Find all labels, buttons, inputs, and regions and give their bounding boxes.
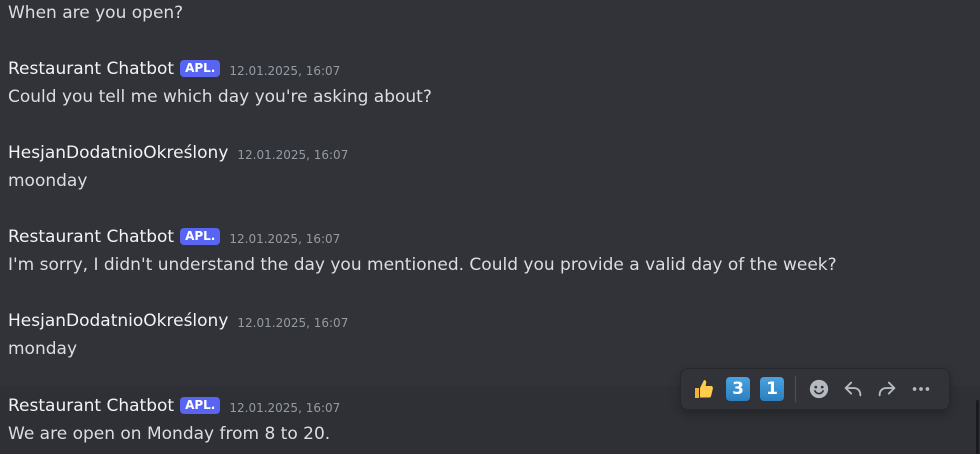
app-badge: APL.	[180, 396, 221, 414]
keycap-3-glyph: 3	[726, 377, 750, 401]
scrollbar[interactable]	[976, 400, 979, 454]
message-timestamp[interactable]: 12.01.2025, 16:07	[229, 232, 340, 246]
message-header: HesjanDodatnioOkreślony 12.01.2025, 16:0…	[8, 141, 348, 165]
message-header: Restaurant Chatbot APL. 12.01.2025, 16:0…	[8, 57, 340, 81]
more-icon[interactable]	[904, 372, 938, 406]
app-badge: APL.	[180, 59, 221, 77]
message-header: Restaurant Chatbot APL. 12.01.2025, 16:0…	[8, 394, 340, 418]
add-reaction-icon[interactable]	[802, 372, 836, 406]
message-actions-toolbar: 3 1	[680, 368, 950, 410]
author-name[interactable]: HesjanDodatnioOkreślony	[8, 309, 228, 333]
message-timestamp[interactable]: 12.01.2025, 16:07	[237, 148, 348, 162]
message-text: monday	[8, 339, 78, 359]
chat-message[interactable]: HesjanDodatnioOkreślony 12.01.2025, 16:0…	[0, 309, 980, 367]
message-text: I'm sorry, I didn't understand the day y…	[8, 255, 837, 275]
message-timestamp[interactable]: 12.01.2025, 16:07	[237, 316, 348, 330]
message-text: We are open on Monday from 8 to 20.	[8, 424, 331, 444]
app-badge: APL.	[180, 227, 221, 245]
author-name[interactable]: Restaurant Chatbot	[8, 394, 174, 418]
keycap-1-glyph: 1	[760, 377, 784, 401]
message-header: HesjanDodatnioOkreślony 12.01.2025, 16:0…	[8, 309, 348, 333]
keycap-1-icon[interactable]: 1	[755, 372, 789, 406]
chat-message[interactable]: HesjanDodatnioOkreślony 12.01.2025, 16:0…	[0, 141, 980, 199]
message-text: moonday	[8, 171, 88, 191]
chat-message[interactable]: Restaurant Chatbot APL. 12.01.2025, 16:0…	[0, 57, 980, 115]
message-header: Restaurant Chatbot APL. 12.01.2025, 16:0…	[8, 225, 340, 249]
toolbar-divider	[795, 376, 796, 402]
chat-message[interactable]: Restaurant Chatbot APL. 12.01.2025, 16:0…	[0, 225, 980, 283]
author-name[interactable]: Restaurant Chatbot	[8, 57, 174, 81]
chat-messages: When are you open? Restaurant Chatbot AP…	[0, 0, 980, 454]
keycap-3-icon[interactable]: 3	[721, 372, 755, 406]
author-name[interactable]: HesjanDodatnioOkreślony	[8, 141, 228, 165]
message-timestamp[interactable]: 12.01.2025, 16:07	[229, 64, 340, 78]
thumbs-up-icon[interactable]	[687, 372, 721, 406]
message-text: Could you tell me which day you're askin…	[8, 87, 432, 107]
reply-icon[interactable]	[836, 372, 870, 406]
forward-icon[interactable]	[870, 372, 904, 406]
message-timestamp[interactable]: 12.01.2025, 16:07	[229, 401, 340, 415]
author-name[interactable]: Restaurant Chatbot	[8, 225, 174, 249]
message-text: When are you open?	[8, 3, 184, 23]
